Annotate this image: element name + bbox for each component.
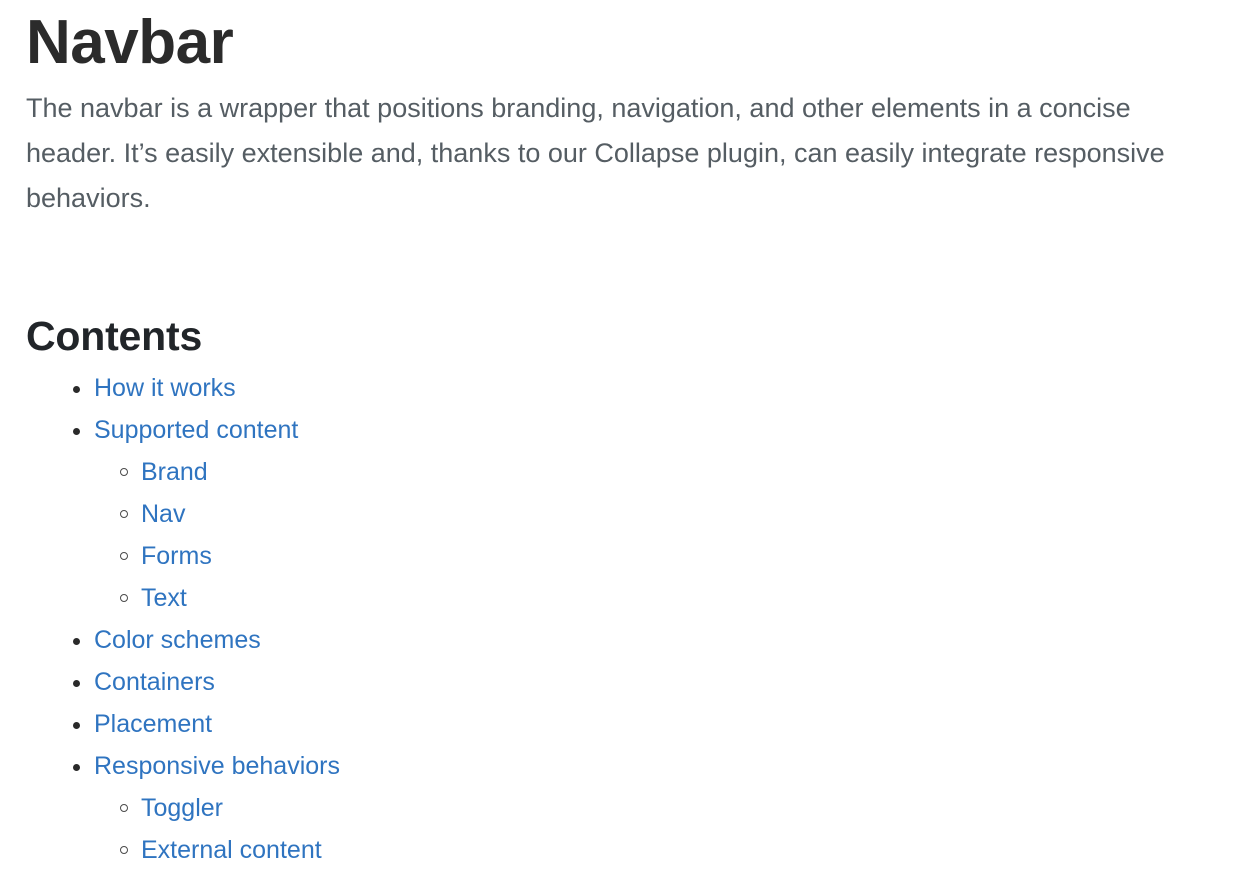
bullet-disc-icon [73, 680, 80, 687]
documentation-page: Navbar The navbar is a wrapper that posi… [0, 0, 1257, 890]
toc-subitem-brand: Brand [120, 451, 1231, 493]
table-of-contents-list: How it works Supported content Brand Nav For… [26, 367, 1231, 871]
bullet-circle-icon [120, 468, 128, 476]
toc-link-how-it-works[interactable]: How it works [94, 374, 236, 402]
toc-subitem-text: Text [120, 577, 1231, 619]
toc-link-text[interactable]: Text [141, 584, 187, 612]
toc-link-placement[interactable]: Placement [94, 710, 212, 738]
toc-item-how-it-works: How it works [73, 367, 1231, 409]
toc-item-color-schemes: Color schemes [73, 619, 1231, 661]
bullet-circle-icon [120, 510, 128, 518]
toc-subitem-nav: Nav [120, 493, 1231, 535]
toc-link-brand[interactable]: Brand [141, 458, 208, 486]
bullet-circle-icon [120, 552, 128, 560]
page-content: Navbar The navbar is a wrapper that posi… [0, 0, 1257, 871]
toc-link-supported-content[interactable]: Supported content [94, 416, 298, 444]
toc-item-responsive-behaviors: Responsive behaviors [73, 745, 1231, 787]
contents-heading: Contents [26, 313, 203, 359]
bullet-circle-icon [120, 804, 128, 812]
toc-link-toggler[interactable]: Toggler [141, 794, 223, 822]
toc-link-external-content[interactable]: External content [141, 836, 322, 864]
toc-item-placement: Placement [73, 703, 1231, 745]
bullet-circle-icon [120, 846, 128, 854]
bullet-disc-icon [73, 722, 80, 729]
toc-link-forms[interactable]: Forms [141, 542, 212, 570]
bullet-disc-icon [73, 386, 80, 393]
bullet-disc-icon [73, 428, 80, 435]
toc-link-color-schemes[interactable]: Color schemes [94, 626, 261, 654]
toc-sublist-supported-content: Brand Nav Forms Text [94, 451, 1231, 619]
toc-link-responsive-behaviors[interactable]: Responsive behaviors [94, 752, 340, 780]
bullet-circle-icon [120, 594, 128, 602]
bullet-disc-icon [73, 764, 80, 771]
toc-item-supported-content: Supported content [73, 409, 1231, 451]
page-intro-paragraph: The navbar is a wrapper that positions b… [26, 93, 1165, 213]
toc-sublist-responsive-behaviors: Toggler External content [94, 787, 1231, 871]
toc-link-containers[interactable]: Containers [94, 668, 215, 696]
toc-subitem-external-content: External content [120, 829, 1231, 871]
toc-link-nav[interactable]: Nav [141, 500, 185, 528]
toc-item-containers: Containers [73, 661, 1231, 703]
toc-subitem-toggler: Toggler [120, 787, 1231, 829]
toc-subitem-forms: Forms [120, 535, 1231, 577]
bullet-disc-icon [73, 638, 80, 645]
page-title: Navbar [26, 8, 234, 77]
